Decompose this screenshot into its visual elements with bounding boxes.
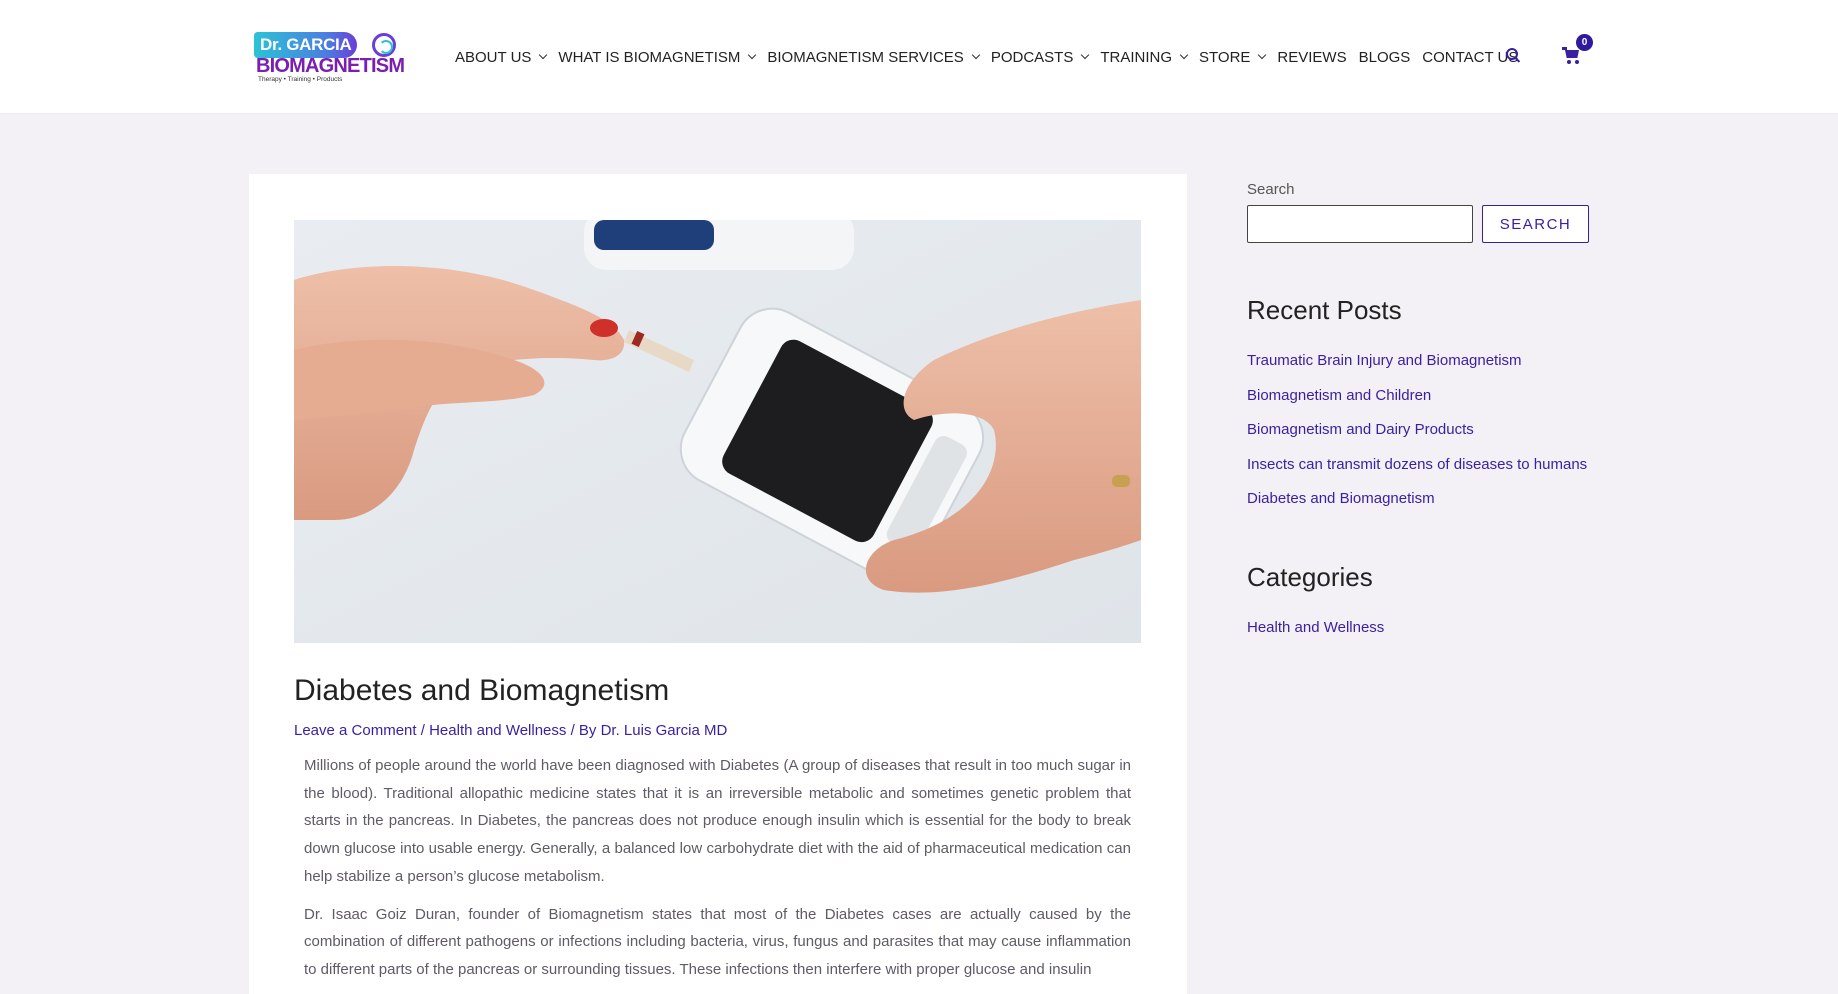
chevron-down-icon xyxy=(748,50,757,60)
nav-label: WHAT IS BIOMAGNETISM xyxy=(558,48,741,66)
nav-label: PODCASTS xyxy=(990,48,1074,66)
post-title: Diabetes and Biomagnetism xyxy=(294,674,670,707)
logo-brand: BIOMAGNETISM xyxy=(256,55,405,77)
nav-label: BLOGS xyxy=(1358,48,1411,66)
featured-image xyxy=(294,220,1141,643)
nav-contact-us[interactable]: CONTACT US xyxy=(1422,49,1518,66)
author-link[interactable]: Dr. Luis Garcia MD xyxy=(601,722,728,739)
category-link[interactable]: Health and Wellness xyxy=(1247,619,1384,636)
post-meta: Leave a Comment / Health and Wellness / … xyxy=(294,722,727,739)
chevron-down-icon xyxy=(1258,50,1267,60)
logo-tagline: Therapy • Training • Products xyxy=(258,76,343,83)
site-header: Dr. GARCIA BIOMAGNETISM Therapy • Traini… xyxy=(0,0,1838,114)
recent-posts-heading: Recent Posts xyxy=(1247,295,1402,325)
recent-post-link[interactable]: Insects can transmit dozens of diseases … xyxy=(1247,456,1587,491)
search-icon[interactable] xyxy=(1506,48,1522,64)
recent-post-link[interactable]: Biomagnetism and Children xyxy=(1247,387,1587,422)
nav-what-is-biomagnetism[interactable]: WHAT IS BIOMAGNETISM xyxy=(558,48,757,66)
chevron-down-icon xyxy=(1179,50,1189,60)
nav-label: TRAINING xyxy=(1100,48,1172,66)
search-label: Search xyxy=(1247,181,1295,198)
glucose-meter-illustration xyxy=(294,220,1141,643)
recent-posts-list: Traumatic Brain Injury and Biomagnetism … xyxy=(1247,352,1587,525)
nav-store[interactable]: STORE xyxy=(1199,48,1267,66)
nav-blogs[interactable]: BLOGS xyxy=(1359,49,1411,66)
chevron-down-icon xyxy=(971,50,981,60)
site-logo[interactable]: Dr. GARCIA BIOMAGNETISM Therapy • Traini… xyxy=(254,32,405,84)
chevron-down-icon xyxy=(1081,50,1090,60)
category-link[interactable]: Health and Wellness xyxy=(429,722,566,739)
nav-podcasts[interactable]: PODCASTS xyxy=(990,48,1090,66)
nav-label: BIOMAGNETISM SERVICES xyxy=(767,48,964,66)
cart-count-badge: 0 xyxy=(1576,34,1593,51)
article-card: Diabetes and Biomagnetism Leave a Commen… xyxy=(249,174,1187,994)
post-paragraph: Dr. Isaac Goiz Duran, founder of Biomagn… xyxy=(304,905,1131,978)
nav-label: CONTACT US xyxy=(1422,48,1519,66)
nav-label: ABOUT US xyxy=(455,48,532,66)
search-input[interactable] xyxy=(1247,205,1473,243)
nav-label: REVIEWS xyxy=(1277,48,1347,66)
chevron-down-icon xyxy=(539,50,548,60)
leave-comment-link[interactable]: Leave a Comment xyxy=(294,722,417,739)
post-paragraph: Millions of people around the world have… xyxy=(304,757,1131,885)
recent-post-link[interactable]: Diabetes and Biomagnetism xyxy=(1247,490,1587,525)
recent-post-link[interactable]: Biomagnetism and Dairy Products xyxy=(1247,421,1587,456)
categories-heading: Categories xyxy=(1247,562,1373,592)
nav-about-us[interactable]: ABOUT US xyxy=(455,48,548,66)
nav-biomagnetism-services[interactable]: BIOMAGNETISM SERVICES xyxy=(767,48,981,66)
meta-separator: / xyxy=(416,722,430,739)
nav-reviews[interactable]: REVIEWS xyxy=(1277,49,1346,66)
main-nav: ABOUT US WHAT IS BIOMAGNETISM BIOMAGNETI… xyxy=(455,47,1530,67)
search-button[interactable]: SEARCH xyxy=(1482,205,1589,243)
nav-training[interactable]: TRAINING xyxy=(1100,48,1189,66)
nav-label: STORE xyxy=(1199,48,1251,66)
recent-post-link[interactable]: Traumatic Brain Injury and Biomagnetism xyxy=(1247,352,1587,387)
logo-swirl-icon xyxy=(372,33,396,57)
meta-by: / By xyxy=(566,722,601,739)
post-body: Millions of people around the world have… xyxy=(304,752,1131,994)
